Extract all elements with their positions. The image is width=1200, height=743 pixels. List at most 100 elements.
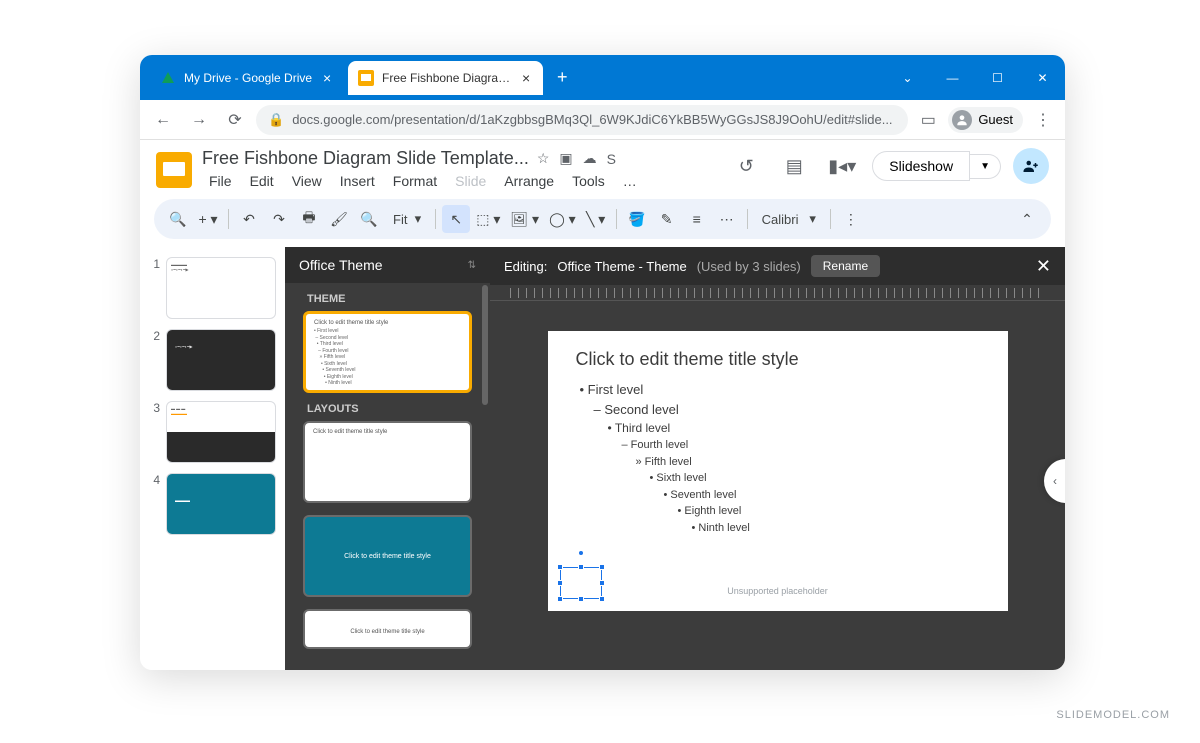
theme-sort-icon[interactable]: ⇅ — [468, 260, 476, 271]
close-icon[interactable]: × — [320, 71, 334, 85]
menu-tools[interactable]: Tools — [565, 171, 612, 191]
level-8: • Eighth level — [678, 503, 980, 520]
kebab-menu-icon[interactable]: ⋮ — [1029, 106, 1057, 134]
line-tool[interactable]: ╲ ▾ — [582, 205, 610, 233]
more-tools-button[interactable]: ⋮ — [837, 205, 865, 233]
slide-thumb-3[interactable]: ▬ ▬ ▬▬▬▬▬ — [166, 401, 276, 463]
layout-thumb-list: Click to edit theme title style Click to… — [285, 421, 490, 670]
chevron-down-icon[interactable]: ⌄ — [885, 55, 930, 100]
zoom-select[interactable]: Fit ▾ — [385, 205, 429, 233]
star-icon[interactable]: ☆ — [535, 148, 552, 169]
comments-icon[interactable]: ▤ — [776, 148, 812, 184]
slide-thumb-row: 4 ▬▬▬ — [148, 473, 277, 535]
level-1: • First level — [580, 380, 980, 400]
layouts-section-label: LAYOUTS — [285, 393, 490, 421]
paint-format-button[interactable]: 🖌 — [325, 205, 353, 233]
browser-tab-drive[interactable]: My Drive - Google Drive × — [150, 61, 344, 95]
layout-thumb[interactable]: Click to edit theme title style — [303, 515, 472, 597]
search-menu-icon[interactable]: 🔍 — [164, 205, 192, 233]
slide-thumb-4[interactable]: ▬▬▬ — [166, 473, 276, 535]
browser-window: My Drive - Google Drive × Free Fishbone … — [140, 55, 1065, 670]
slideshow-button[interactable]: Slideshow — [872, 151, 970, 181]
person-add-icon — [1022, 157, 1040, 175]
level-7: • Seventh level — [664, 487, 980, 504]
editor-area: Editing: Office Theme - Theme (Used by 3… — [490, 247, 1065, 670]
theme-name: Office Theme — [299, 257, 383, 273]
ruler-horizontal[interactable] — [490, 285, 1065, 301]
undo-button[interactable]: ↶ — [235, 205, 263, 233]
url-input[interactable]: 🔒 docs.google.com/presentation/d/1aKzgbb… — [256, 105, 908, 135]
image-tool[interactable]: 🖼 ▾ — [506, 205, 543, 233]
menubar: File Edit View Insert Format Slide Arran… — [202, 171, 718, 191]
redo-button[interactable]: ↷ — [265, 205, 293, 233]
close-icon[interactable]: ✕ — [1036, 256, 1051, 277]
minimize-button[interactable]: — — [930, 55, 975, 100]
forward-button[interactable]: → — [184, 105, 214, 135]
selected-placeholder[interactable] — [560, 567, 602, 599]
canvas-wrap[interactable]: Click to edit theme title style • First … — [490, 301, 1065, 670]
browser-tab-slides[interactable]: Free Fishbone Diagram Slide Tem × — [348, 61, 543, 95]
textbox-tool[interactable]: ⬚ ▾ — [472, 205, 504, 233]
close-icon[interactable]: × — [519, 71, 533, 85]
lock-icon: 🔒 — [268, 112, 284, 128]
avatar-icon — [952, 110, 972, 130]
workspace: 1 ▬▬▬▬◗━◗━◗━▶ 2 ◗━◗━◗━▶ 3 ▬ ▬ ▬▬▬▬▬ 4 ▬▬… — [140, 247, 1065, 670]
meet-icon[interactable]: ▮◂▾ — [824, 148, 860, 184]
level-3: • Third level — [608, 419, 980, 437]
body-placeholder[interactable]: • First level – Second level • Third lev… — [576, 380, 980, 536]
slide-thumb-row: 3 ▬ ▬ ▬▬▬▬▬ — [148, 401, 277, 463]
theme-master-thumb[interactable]: Click to edit theme title style • First … — [303, 311, 472, 393]
border-color-button[interactable]: ✎ — [653, 205, 681, 233]
slides-logo-icon[interactable] — [156, 152, 192, 188]
menu-file[interactable]: File — [202, 171, 239, 191]
zoom-out-icon[interactable]: 🔍 — [355, 205, 383, 233]
theme-panel: Office Theme ⇅ THEME Click to edit theme… — [285, 247, 490, 670]
theme-title-placeholder[interactable]: Click to edit theme title style — [576, 349, 980, 370]
slide-number: 2 — [148, 329, 160, 343]
print-button[interactable]: 🖶 — [295, 205, 323, 233]
cloud-icon[interactable]: ☁ — [581, 148, 599, 169]
titlebar: My Drive - Google Drive × Free Fishbone … — [140, 55, 1065, 100]
new-slide-button[interactable]: + ▾ — [194, 205, 222, 233]
font-select[interactable]: Calibri ▾ — [754, 205, 824, 233]
menu-edit[interactable]: Edit — [243, 171, 281, 191]
menu-view[interactable]: View — [285, 171, 329, 191]
share-button[interactable] — [1013, 148, 1049, 184]
collapse-toolbar-icon[interactable]: ⌃ — [1013, 205, 1041, 233]
menu-format[interactable]: Format — [386, 171, 444, 191]
layout-thumb[interactable]: Click to edit theme title style — [303, 421, 472, 503]
menu-more[interactable]: … — [616, 171, 644, 191]
history-icon[interactable]: ↺ — [728, 148, 764, 184]
menu-slide[interactable]: Slide — [448, 171, 493, 191]
editor-header: Editing: Office Theme - Theme (Used by 3… — [490, 247, 1065, 285]
slide-thumb-2[interactable]: ◗━◗━◗━▶ — [166, 329, 276, 391]
doc-title[interactable]: Free Fishbone Diagram Slide Template... — [202, 148, 529, 169]
layout-thumb[interactable]: Click to edit theme title style — [303, 609, 472, 649]
rename-button[interactable]: Rename — [811, 255, 880, 277]
slide-thumb-1[interactable]: ▬▬▬▬◗━◗━◗━▶ — [166, 257, 276, 319]
profile-chip[interactable]: Guest — [948, 107, 1023, 133]
slide-number: 3 — [148, 401, 160, 415]
select-tool[interactable]: ↖ — [442, 205, 470, 233]
new-tab-button[interactable]: + — [547, 67, 578, 88]
menu-arrange[interactable]: Arrange — [497, 171, 561, 191]
reload-button[interactable]: ⟳ — [220, 105, 250, 135]
reader-mode-icon[interactable]: ▭ — [914, 106, 942, 134]
close-button[interactable]: ✕ — [1020, 55, 1065, 100]
back-button[interactable]: ← — [148, 105, 178, 135]
scrollbar[interactable] — [482, 285, 488, 405]
shape-tool[interactable]: ◯ ▾ — [545, 205, 580, 233]
watermark: SLIDEMODEL.COM — [1056, 709, 1170, 721]
slide-canvas[interactable]: Click to edit theme title style • First … — [548, 331, 1008, 611]
menu-insert[interactable]: Insert — [333, 171, 382, 191]
separator — [747, 209, 748, 229]
fill-color-button[interactable]: 🪣 — [623, 205, 651, 233]
maximize-button[interactable]: ☐ — [975, 55, 1020, 100]
slideshow-split-button: Slideshow ▼ — [872, 151, 1001, 181]
editor-theme-name: Office Theme - Theme — [557, 259, 686, 274]
slideshow-dropdown[interactable]: ▼ — [970, 154, 1001, 179]
window-controls: ⌄ — ☐ ✕ — [885, 55, 1065, 100]
move-icon[interactable]: ▣ — [557, 148, 574, 169]
border-dash-button[interactable]: ⋯ — [713, 205, 741, 233]
border-weight-button[interactable]: ≡ — [683, 205, 711, 233]
